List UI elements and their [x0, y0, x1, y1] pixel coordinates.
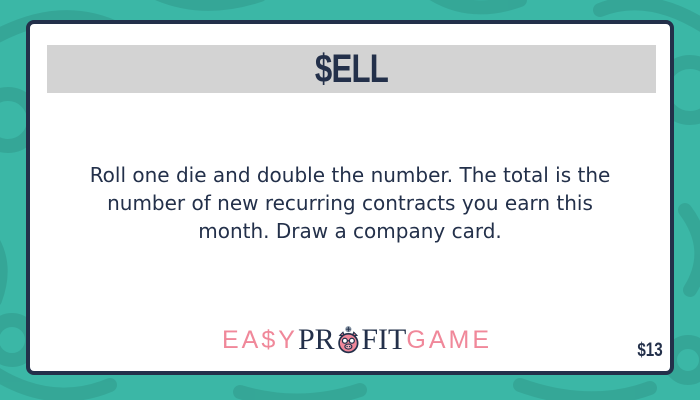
logo-text-fit: FIT — [361, 323, 407, 356]
easy-profit-game-logo: EA$Y PR FIT GAME — [222, 320, 492, 360]
logo-text-easy: EA$Y — [222, 326, 298, 354]
card-price: $13 — [637, 340, 663, 361]
card-title: $ELL — [314, 47, 389, 91]
logo-text-pr: PR — [297, 323, 335, 356]
card-description: Roll one die and double the number. The … — [89, 163, 611, 243]
logo-text-game: GAME — [406, 326, 492, 354]
pig-icon — [337, 326, 359, 354]
game-card[interactable]: $ELL Roll one die and double the number.… — [26, 20, 674, 375]
card-title-bar: $ELL — [47, 45, 656, 93]
